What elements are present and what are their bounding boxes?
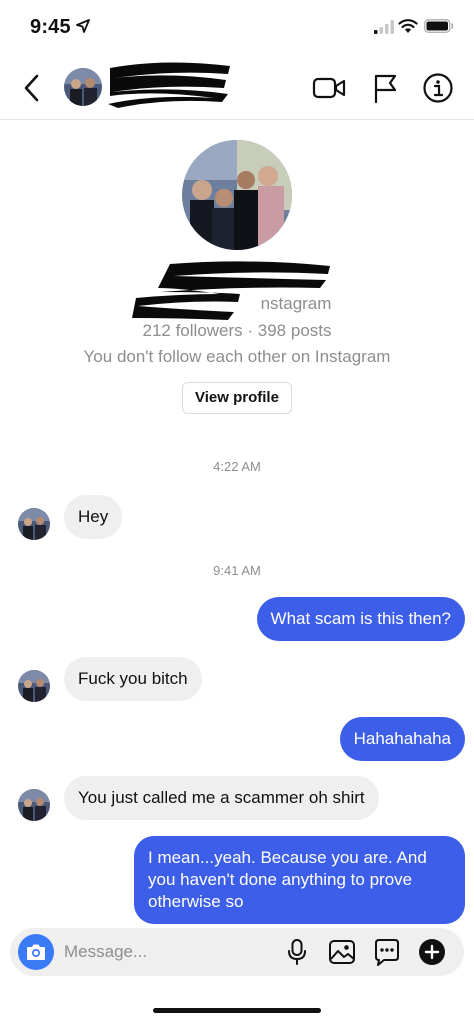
microphone-icon[interactable] [286, 938, 308, 966]
sender-avatar[interactable] [18, 508, 50, 540]
status-bar: 9:45 [0, 0, 474, 54]
chat-header [0, 56, 474, 120]
outgoing-message[interactable]: Hahahahaha [339, 717, 465, 761]
battery-icon [424, 19, 454, 33]
incoming-message[interactable]: Hey [64, 495, 123, 539]
status-time: 9:45 [30, 16, 71, 38]
profile-source-label: nstagram [260, 294, 332, 313]
location-arrow-icon [76, 19, 90, 33]
sender-avatar[interactable] [18, 789, 50, 821]
outgoing-message[interactable]: What scam is this then? [256, 597, 465, 641]
flag-icon[interactable] [370, 72, 400, 104]
timestamp: 4:22 AM [213, 459, 261, 474]
plus-icon[interactable] [418, 938, 446, 966]
timestamp: 9:41 AM [213, 563, 261, 578]
gallery-icon[interactable] [328, 938, 356, 966]
outgoing-message[interactable]: I mean...yeah. Because you are. And you … [134, 836, 465, 924]
incoming-message[interactable]: Fuck you bitch [64, 657, 202, 701]
camera-button[interactable] [18, 934, 54, 970]
redacted-username-scribble [108, 62, 230, 108]
camera-icon [27, 944, 45, 960]
message-composer [10, 928, 464, 976]
follow-status: You don't follow each other on Instagram [83, 347, 391, 366]
sticker-icon[interactable] [372, 937, 402, 967]
contact-avatar[interactable] [64, 68, 102, 106]
sender-avatar[interactable] [18, 670, 50, 702]
incoming-message[interactable]: You just called me a scammer oh shirt [64, 776, 379, 820]
profile-photo[interactable] [182, 140, 292, 250]
wifi-icon [398, 19, 418, 33]
back-chevron-icon[interactable] [18, 70, 46, 106]
message-input[interactable] [64, 938, 264, 966]
redacted-profile-name-scribble [132, 261, 330, 320]
info-icon[interactable] [422, 72, 454, 104]
view-profile-button[interactable]: View profile [182, 382, 292, 414]
profile-stats: 212 followers · 398 posts [142, 321, 332, 340]
home-indicator[interactable] [153, 1008, 321, 1013]
signal-icon [374, 20, 394, 34]
video-camera-icon[interactable] [312, 74, 346, 102]
